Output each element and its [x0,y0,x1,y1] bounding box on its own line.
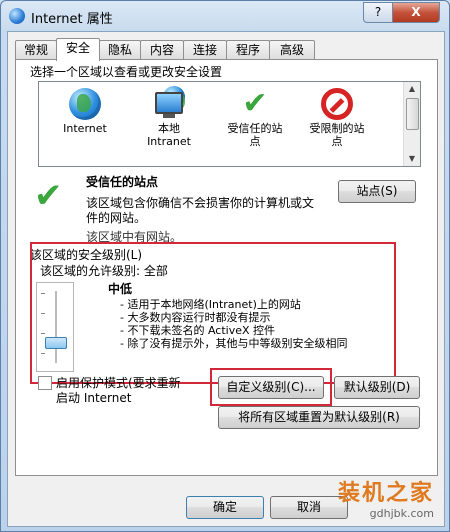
security-level-highlight [30,242,396,384]
zone-intranet[interactable]: 本地 Intranet [129,86,209,158]
title-bar[interactable]: Internet 属性 ? X [1,1,449,31]
cancel-button[interactable]: 取消 [270,496,348,519]
zone-trusted-sites[interactable]: ✔ 受信任的站 点 [215,86,295,158]
watermark: 装机之家 gdhjbk.com [338,475,434,520]
zone-internet[interactable]: Internet [45,86,125,158]
protected-mode-checkbox[interactable] [38,376,52,390]
watermark-title: 装机之家 [337,481,434,506]
intranet-icon [153,86,185,120]
internet-explorer-icon [9,8,25,24]
globe-icon [69,88,101,120]
tab-privacy[interactable]: 隐私 [99,40,141,60]
custom-level-highlight [210,368,332,406]
ok-button[interactable]: 确定 [186,496,264,519]
scroll-down-arrow-icon[interactable]: ▼ [404,152,420,166]
tab-content[interactable]: 内容 [140,40,184,60]
zone-label: Internet [63,122,107,135]
security-panel: 选择一个区域以查看或更改安全设置 Internet 本地 Intranet ✔ [15,59,438,476]
zone-prompt: 选择一个区域以查看或更改安全设置 [30,65,223,79]
scroll-up-arrow-icon[interactable]: ▲ [404,82,420,96]
no-entry-icon [321,88,353,120]
tab-connections[interactable]: 连接 [183,40,227,60]
zone-list-scrollbar[interactable]: ▲ ▼ [403,82,420,166]
zone-restricted-sites[interactable]: 受限制的站 点 [297,86,377,158]
scroll-thumb[interactable] [406,98,419,130]
zone-label: 受信任的站 点 [227,122,283,148]
tab-security[interactable]: 安全 [56,38,100,61]
sites-button[interactable]: 站点(S) [338,180,416,203]
window-title: Internet 属性 [31,12,113,27]
default-level-button[interactable]: 默认级别(D) [334,376,420,399]
zone-label: 本地 Intranet [147,122,191,148]
tab-general[interactable]: 常规 [15,40,57,60]
selected-zone-name: 受信任的站点 [86,175,159,189]
reset-all-zones-button[interactable]: 将所有区域重置为默认级别(R) [218,406,420,429]
tab-advanced[interactable]: 高级 [269,40,315,60]
trusted-check-icon: ✔ [34,176,63,216]
check-icon: ✔ [242,86,268,121]
zone-list: Internet 本地 Intranet ✔ 受信任的站 点 受限制的站 点 ▲… [38,81,421,167]
monitor-base [163,114,175,118]
protected-mode-label-line2: 启动 Internet [56,391,132,405]
help-button[interactable]: ? [363,2,393,23]
zone-description-line2: 件的网站。 [86,211,147,225]
dialog-body: 常规 安全 隐私 内容 连接 程序 高级 选择一个区域以查看或更改安全设置 In… [7,31,445,527]
zone-label: 受限制的站 点 [309,122,365,148]
watermark-url: gdhjbk.com [369,507,434,520]
monitor-icon [155,92,183,114]
internet-properties-window: Internet 属性 ? X 常规 安全 隐私 内容 连接 程序 高级 选择一… [0,0,450,532]
close-button[interactable]: X [392,2,440,23]
tab-programs[interactable]: 程序 [226,40,270,60]
